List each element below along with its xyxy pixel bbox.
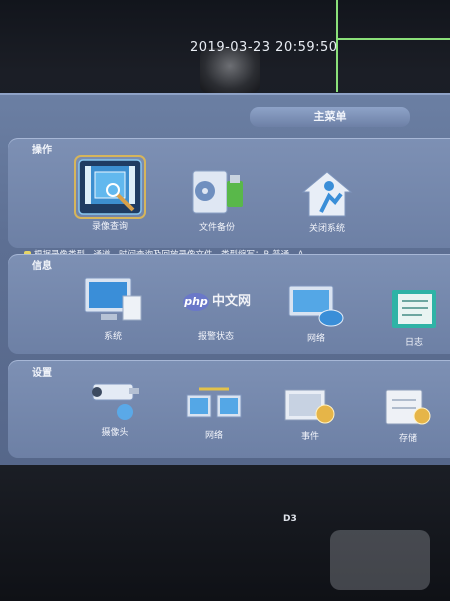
menu-item-shutdown[interactable]: 关闭系统 bbox=[293, 170, 361, 234]
menu-item-network-info[interactable]: 网络 bbox=[284, 282, 348, 344]
menu-item-video-search-label: 录像查询 bbox=[91, 222, 128, 232]
network-info-icon bbox=[287, 282, 345, 328]
menu-item-alarm-status-label: 报警状态 bbox=[197, 332, 234, 342]
network-settings-icon bbox=[185, 385, 243, 425]
menu-item-log[interactable]: 日志 bbox=[384, 288, 444, 348]
menu-item-event[interactable]: 事件 bbox=[278, 386, 342, 442]
timestamp-overlay: 2019-03-23 20:59:50 bbox=[190, 40, 338, 55]
camera-id-label-bottom: D3 bbox=[283, 514, 297, 524]
video-search-icon bbox=[74, 155, 146, 219]
file-backup-icon bbox=[187, 165, 247, 217]
menu-item-storage[interactable]: 存储 bbox=[378, 386, 438, 444]
watermark-text: 中文网 bbox=[212, 294, 252, 309]
shutdown-icon bbox=[299, 170, 355, 218]
operations-section-label: 操作 bbox=[32, 145, 52, 156]
log-icon bbox=[388, 288, 440, 332]
system-info-icon bbox=[83, 276, 143, 326]
menu-item-network-settings[interactable]: 网络 bbox=[182, 385, 246, 441]
camera-icon bbox=[85, 380, 145, 422]
menu-item-file-backup[interactable]: 文件备份 bbox=[182, 165, 252, 233]
menu-item-system-info-label: 系统 bbox=[103, 332, 122, 342]
watermark-logo: php bbox=[183, 293, 209, 311]
menu-item-storage-label: 存储 bbox=[398, 434, 417, 444]
menu-item-log-label: 日志 bbox=[404, 338, 423, 348]
menu-item-video-search[interactable]: 录像查询 bbox=[72, 155, 148, 232]
menu-item-network-settings-label: 网络 bbox=[204, 431, 223, 441]
alarm-status-icon bbox=[196, 316, 236, 326]
channel-divider-horizontal bbox=[336, 38, 450, 40]
info-section-label: 信息 bbox=[32, 261, 52, 272]
event-icon bbox=[281, 386, 339, 426]
menu-item-system-info[interactable]: 系统 bbox=[80, 276, 146, 342]
menu-item-network-info-label: 网络 bbox=[306, 334, 325, 344]
menu-item-camera[interactable]: 摄像头 bbox=[82, 380, 148, 438]
menu-item-shutdown-label: 关闭系统 bbox=[308, 224, 345, 234]
menu-item-event-label: 事件 bbox=[300, 432, 319, 442]
settings-section-label: 设置 bbox=[32, 368, 52, 379]
site-watermark: php 中文网 bbox=[183, 290, 251, 311]
menu-item-file-backup-label: 文件备份 bbox=[198, 223, 235, 233]
main-menu-title: 主菜单 bbox=[250, 107, 410, 127]
corner-watermark bbox=[330, 530, 430, 590]
storage-icon bbox=[382, 386, 434, 428]
menu-item-camera-label: 摄像头 bbox=[101, 428, 129, 438]
menu-item-alarm-status[interactable]: 报警状态 bbox=[186, 316, 246, 342]
